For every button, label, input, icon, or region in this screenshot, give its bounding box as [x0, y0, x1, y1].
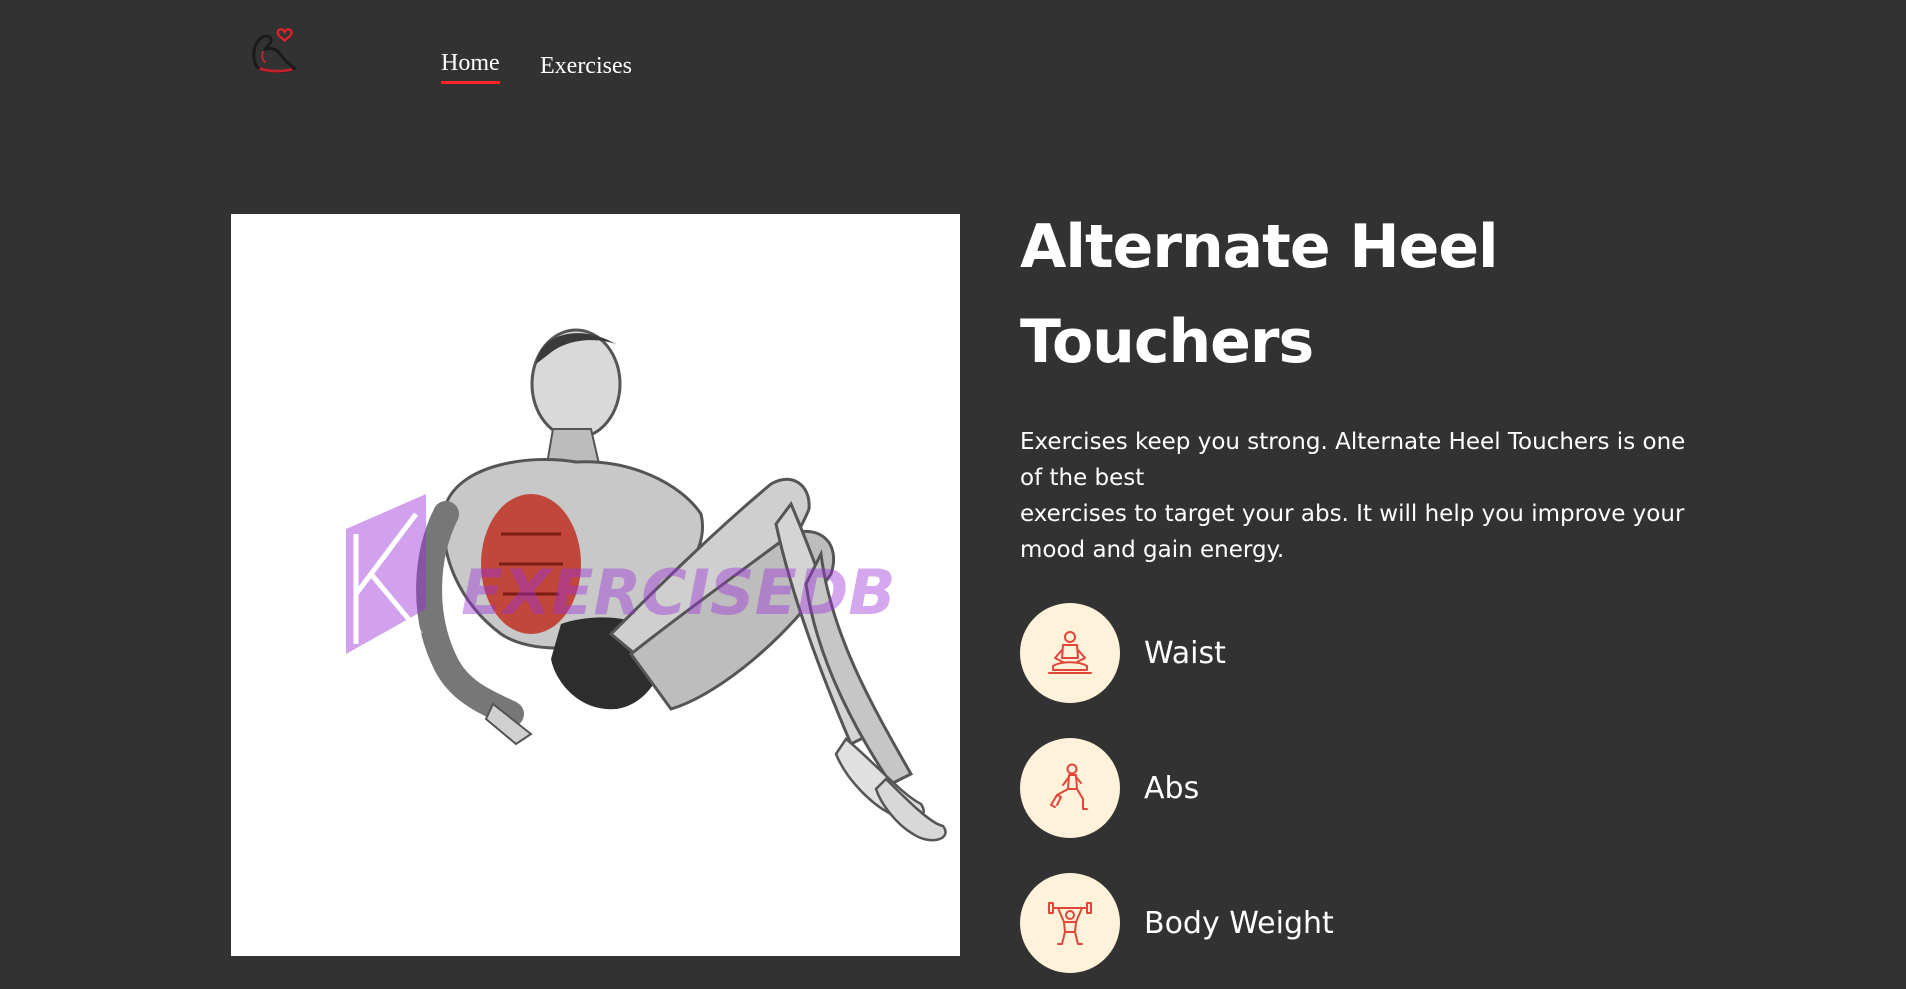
tag-label: Body Weight [1144, 905, 1334, 941]
lunge-pose-icon [1050, 763, 1088, 810]
tag-icon-circle [1020, 603, 1120, 703]
meditation-pose-icon [1048, 631, 1092, 674]
tag-waist: Waist [1020, 603, 1226, 703]
tag-body-weight: Body Weight [1020, 873, 1334, 973]
flexed-arm-heart-logo-icon [252, 28, 297, 74]
exercise-title: Alternate Heel Touchers [1020, 212, 1499, 377]
logo[interactable] [246, 26, 304, 80]
nav-link-exercises[interactable]: Exercises [540, 53, 632, 80]
tag-label: Abs [1144, 770, 1200, 806]
tag-icon-circle [1020, 738, 1120, 838]
exercise-image: EXERCISEDB [231, 214, 960, 956]
tag-label: Waist [1144, 635, 1226, 671]
tag-icon-circle [1020, 873, 1120, 973]
watermark-text: EXERCISEDB [461, 556, 896, 629]
exercise-illustration-icon: EXERCISEDB [231, 214, 960, 956]
description-line-2: exercises to target your abs. It will he… [1020, 501, 1685, 563]
exercise-description: Exercises keep you strong. Alternate Hee… [1020, 424, 1700, 568]
nav-link-home[interactable]: Home [441, 50, 500, 84]
dumbbell-lift-icon [1048, 902, 1092, 945]
description-line-1: Exercises keep you strong. Alternate Hee… [1020, 429, 1686, 491]
tag-abs: Abs [1020, 738, 1199, 838]
